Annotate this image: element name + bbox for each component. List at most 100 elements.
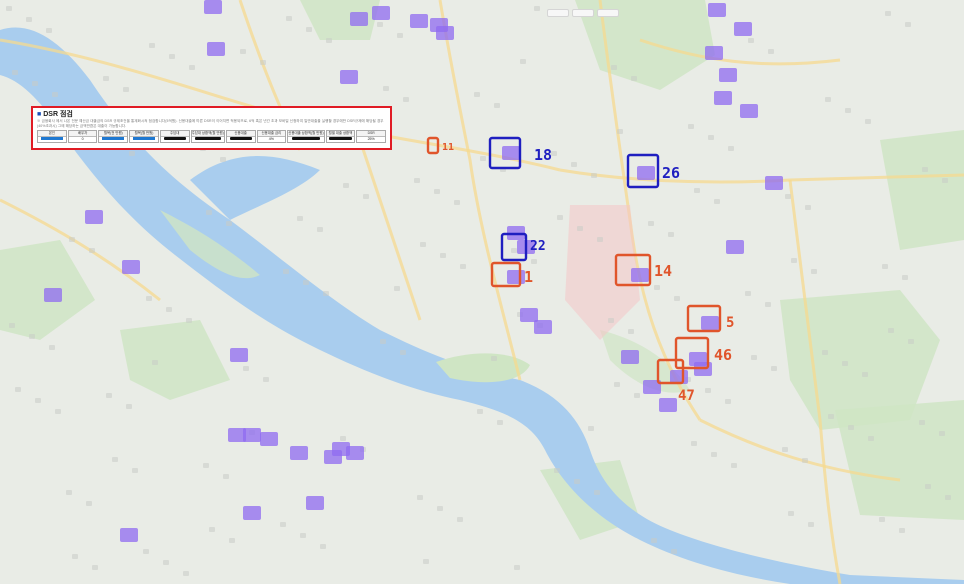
map-building [220,157,226,162]
map-building [908,339,914,344]
map-building [460,264,466,269]
map-building [240,49,246,54]
dsr-value [99,137,127,140]
property-pin [705,46,723,60]
map-building [768,49,774,54]
map-building [848,425,854,430]
map-building [868,436,874,441]
dsr-value [327,137,355,140]
map-building [725,399,731,404]
property-pin [306,496,324,510]
map-building [420,242,426,247]
map-control-button[interactable] [572,9,594,17]
dsr-value [192,137,224,140]
dsr-value [227,137,255,140]
property-pin [230,348,248,362]
map-building [400,350,406,355]
map-building [306,27,312,32]
map-control-button[interactable] [547,9,569,17]
map-building [226,221,232,226]
property-pin [719,68,737,82]
map-building [32,81,38,86]
map-building [9,323,15,328]
property-pin [659,398,677,412]
dsr-cell: 신용대출 상환액(월 만원) [287,130,325,143]
map-building [417,495,423,500]
map-building [942,178,948,183]
map-building [320,544,326,549]
dsr-title-text: DSR 점검 [43,111,73,118]
map-building [286,16,292,21]
map-building [882,264,888,269]
map-building [89,248,95,253]
map-building [845,108,851,113]
redaction-bar [132,137,156,140]
map-building [705,388,711,393]
map-building [614,382,620,387]
map-building [35,398,41,403]
map-building [380,339,386,344]
map-building [822,350,828,355]
property-pin [340,70,358,84]
property-pin [207,42,225,56]
map-building [46,28,52,33]
dsr-cell: 배우자 0 [67,130,98,143]
map-building [243,366,249,371]
map-building [634,393,640,398]
dsr-cell: DSR 25% [356,130,387,143]
map-building [303,280,309,285]
map-building [209,527,215,532]
map-building [206,210,212,215]
map-controls[interactable] [547,9,619,17]
map-building [300,533,306,538]
property-pin [243,428,261,442]
map-building [922,167,928,172]
map-building [802,458,808,463]
map-control-button[interactable] [597,9,619,17]
map-building [728,146,734,151]
map-building [363,194,369,199]
map-building [166,307,172,312]
map-building [126,404,132,409]
property-pin [436,26,454,40]
map-building [617,129,623,134]
map-building [531,259,537,264]
map-building [788,511,794,516]
map-background [0,0,964,584]
map-building [511,248,517,253]
redaction-bar [194,137,221,140]
map-building [899,528,905,533]
property-pin [372,6,390,20]
map-building [103,76,109,81]
property-pin [637,166,655,180]
map-building [828,414,834,419]
map-building [457,517,463,522]
map-building [437,506,443,511]
property-pin [410,14,428,28]
dsr-value [288,137,323,140]
map-canvas[interactable]: 11 18 26 22 1 14 5 46 47 [0,0,964,584]
dsr-value: 4% [268,137,274,141]
property-pin [120,528,138,542]
map-building [919,420,925,425]
map-building [825,97,831,102]
map-building [15,387,21,392]
dsr-value [38,137,66,140]
map-building [791,258,797,263]
map-building [939,431,945,436]
dsr-value: 25% [367,137,375,141]
dsr-cell: 월복(월 만원) [129,130,159,143]
annotation-label: 1 [524,268,533,286]
map-building [594,490,600,495]
map-building [260,60,266,65]
map-building [557,215,563,220]
map-building [6,6,12,11]
map-building [945,495,951,500]
map-building [785,194,791,199]
map-building [751,355,757,360]
map-building [149,43,155,48]
redaction-bar [163,137,186,140]
map-building [434,189,440,194]
map-building [66,490,72,495]
map-building [92,565,98,570]
